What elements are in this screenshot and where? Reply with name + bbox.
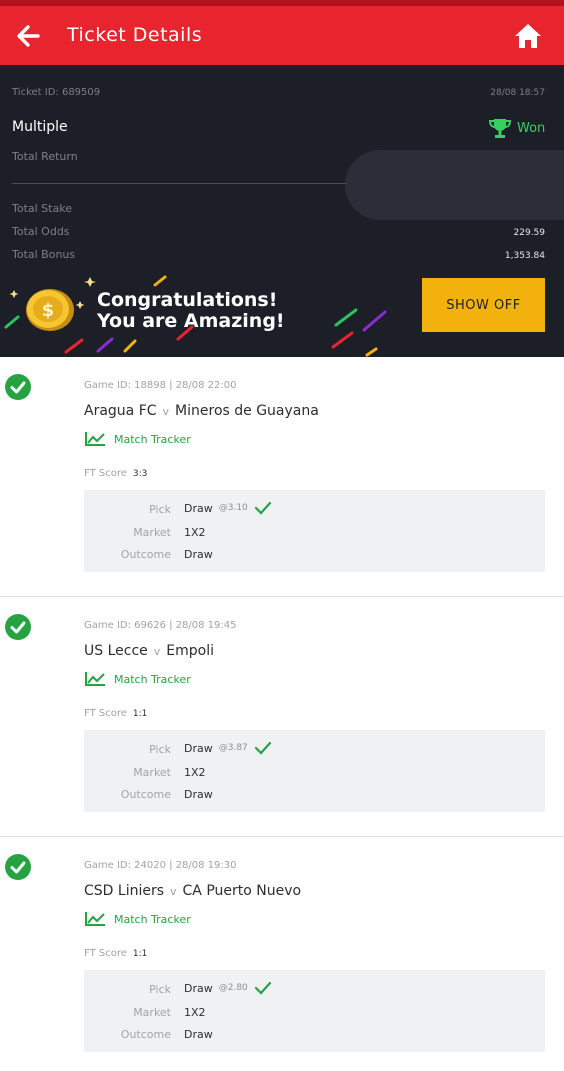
ticket-summary: Ticket ID: 689509 28/08 18:57 Multiple W…	[0, 65, 564, 357]
game-meta: Game ID: 18898 | 28/08 22:00	[84, 380, 237, 391]
divider	[12, 183, 346, 184]
match-tracker-label: Match Tracker	[114, 432, 191, 446]
checkmark-circle-icon	[5, 374, 31, 400]
ft-score: FT Score 1:1	[84, 948, 147, 959]
pick-details: Pick Draw @2.80 Market 1X2 Outcome Draw	[84, 970, 545, 1052]
pick-odds: @2.80	[218, 983, 248, 993]
pick-odds: @3.87	[218, 743, 248, 753]
svg-text:$: $	[42, 300, 55, 321]
ft-score-label: FT Score	[84, 948, 127, 959]
market-value: 1X2	[184, 526, 206, 539]
outcome-value: Draw	[184, 548, 213, 561]
app-header: Ticket Details	[0, 6, 564, 65]
pick-value: Draw	[184, 741, 213, 755]
match-tracker-link[interactable]: Match Tracker	[84, 431, 191, 447]
check-icon	[254, 741, 271, 755]
status-badge: Won	[488, 117, 545, 139]
check-icon	[254, 501, 271, 515]
status-text: Won	[517, 120, 546, 136]
line-chart-icon	[85, 672, 105, 686]
match-teams: CSD Liniers v CA Puerto Nuevo	[84, 883, 301, 899]
versus-label: v	[153, 645, 161, 658]
total-bonus-label: Total Bonus	[12, 248, 76, 261]
match-tracker-label: Match Tracker	[114, 912, 191, 926]
game-meta: Game ID: 24020 | 28/08 19:30	[84, 860, 237, 871]
home-team: CSD Liniers	[84, 883, 165, 899]
page-title: Ticket Details	[67, 24, 203, 46]
line-chart-icon	[85, 912, 105, 926]
away-team: CA Puerto Nuevo	[182, 883, 302, 899]
pick-label: Pick	[149, 503, 171, 516]
checkmark-circle-icon	[5, 614, 31, 640]
check-icon	[254, 981, 271, 995]
market-value: 1X2	[184, 766, 206, 779]
total-return-label: Total Return	[12, 150, 78, 163]
pick-label: Pick	[149, 743, 171, 756]
checkmark-circle-icon	[5, 854, 31, 880]
game-card: Game ID: 24020 | 28/08 19:30 CSD Liniers…	[0, 837, 564, 1071]
ticket-id: Ticket ID: 689509	[12, 87, 101, 98]
away-team: Empoli	[166, 643, 214, 659]
versus-label: v	[162, 405, 170, 418]
ft-score-label: FT Score	[84, 708, 127, 719]
game-meta: Game ID: 69626 | 28/08 19:45	[84, 620, 237, 631]
ft-score-value: 3:3	[132, 469, 148, 479]
trophy-icon	[488, 119, 512, 138]
pick-value: Draw	[184, 981, 213, 995]
total-bonus-value: 1,353.84	[504, 251, 545, 261]
pick-odds: @3.10	[218, 503, 248, 513]
pick-details: Pick Draw @3.10 Market 1X2 Outcome Draw	[84, 490, 545, 572]
pick-value-row: Draw @3.10	[184, 501, 272, 515]
market-label: Market	[133, 1006, 171, 1019]
home-button[interactable]	[512, 21, 544, 51]
pick-value-row: Draw @2.80	[184, 981, 272, 995]
total-stake-label: Total Stake	[12, 202, 72, 215]
match-tracker-link[interactable]: Match Tracker	[84, 671, 191, 687]
ft-score-label: FT Score	[84, 468, 127, 479]
pick-label: Pick	[149, 983, 171, 996]
back-button[interactable]	[12, 20, 44, 52]
bet-type: Multiple	[12, 119, 68, 135]
market-label: Market	[133, 766, 171, 779]
decorative-pill	[345, 150, 564, 220]
dollar-coin-icon: $	[26, 289, 74, 331]
show-off-button[interactable]: SHOW OFF	[422, 278, 545, 332]
ticket-date: 28/08 18:57	[490, 88, 545, 98]
outcome-label: Outcome	[120, 548, 171, 561]
home-team: US Lecce	[84, 643, 148, 659]
game-card: Game ID: 18898 | 28/08 22:00 Aragua FC v…	[0, 357, 564, 597]
arrow-left-icon	[17, 25, 40, 47]
market-value: 1X2	[184, 1006, 206, 1019]
away-team: Mineros de Guayana	[175, 403, 319, 419]
market-label: Market	[133, 526, 171, 539]
match-teams: US Lecce v Empoli	[84, 643, 214, 659]
ft-score: FT Score 1:1	[84, 708, 147, 719]
outcome-label: Outcome	[120, 788, 171, 801]
ft-score-value: 1:1	[132, 949, 148, 959]
pick-value-row: Draw @3.87	[184, 741, 272, 755]
pick-value: Draw	[184, 501, 213, 515]
congrats-line1: Congratulations!	[97, 289, 278, 311]
line-chart-icon	[85, 432, 105, 446]
congrats-line2: You are Amazing!	[97, 310, 285, 332]
outcome-label: Outcome	[120, 1028, 171, 1041]
ft-score: FT Score 3:3	[84, 468, 147, 479]
match-tracker-label: Match Tracker	[114, 672, 191, 686]
pick-details: Pick Draw @3.87 Market 1X2 Outcome Draw	[84, 730, 545, 812]
match-tracker-link[interactable]: Match Tracker	[84, 911, 191, 927]
total-odds-value: 229.59	[513, 228, 546, 238]
versus-label: v	[170, 885, 177, 898]
game-card: Game ID: 69626 | 28/08 19:45 US Lecce v …	[0, 597, 564, 837]
outcome-value: Draw	[184, 1028, 213, 1041]
outcome-value: Draw	[184, 788, 213, 801]
home-team: Aragua FC	[84, 403, 157, 419]
home-icon	[515, 24, 541, 48]
ft-score-value: 1:1	[132, 709, 148, 719]
match-teams: Aragua FC v Mineros de Guayana	[84, 403, 319, 419]
total-odds-label: Total Odds	[12, 225, 70, 238]
